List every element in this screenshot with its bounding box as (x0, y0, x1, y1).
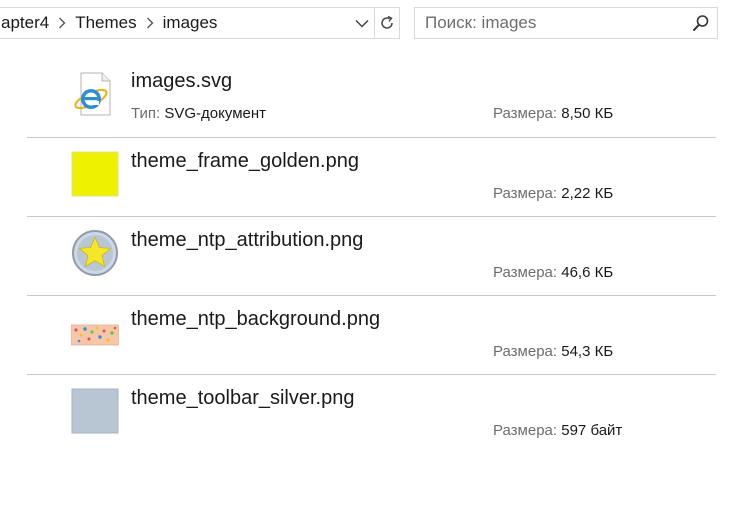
size-label: Размера: (493, 105, 558, 122)
type-label: Тип: (131, 105, 161, 122)
yellow-square-thumbnail (71, 150, 119, 198)
chevron-right-icon[interactable] (51, 17, 73, 29)
breadcrumb-item-images[interactable]: images (161, 13, 220, 33)
size-value: 46,6 КБ (561, 264, 614, 281)
file-size: Размера: 2,22 КБ (493, 185, 613, 202)
dotted-peach-thumbnail (70, 308, 120, 356)
size-label: Размера: (493, 343, 558, 360)
file-size: Размера: 8,50 КБ (493, 105, 613, 122)
search-input[interactable] (415, 9, 685, 37)
file-row[interactable]: theme_frame_golden.png Размера: 2,22 КБ (27, 137, 716, 216)
file-name: theme_toolbar_silver.png (131, 387, 355, 409)
file-type: Тип: SVG-документ (131, 105, 266, 122)
file-row[interactable]: theme_toolbar_silver.png Размера: 597 ба… (27, 374, 716, 453)
star-badge-thumbnail (71, 229, 119, 277)
ie-svg-document-icon (71, 70, 119, 118)
size-label: Размера: (493, 422, 558, 439)
file-name: theme_ntp_attribution.png (131, 229, 364, 251)
size-value: 597 байт (561, 422, 623, 439)
size-value: 54,3 КБ (561, 343, 614, 360)
type-value: SVG-документ (164, 105, 266, 122)
file-name: theme_ntp_background.png (131, 308, 381, 330)
size-value: 8,50 КБ (561, 105, 614, 122)
breadcrumb-item-chapter4[interactable]: apter4 (0, 13, 51, 33)
file-row[interactable]: images.svg Тип: SVG-документ Размера: 8,… (27, 58, 716, 137)
search-box (414, 7, 718, 39)
size-value: 2,22 КБ (561, 185, 614, 202)
chevron-right-icon[interactable] (139, 17, 161, 29)
file-size: Размера: 597 байт (493, 422, 622, 439)
file-row[interactable]: theme_ntp_attribution.png Размера: 46,6 … (27, 216, 716, 295)
search-icon[interactable] (685, 8, 717, 38)
refresh-icon[interactable] (374, 8, 399, 38)
file-name: images.svg (131, 70, 233, 92)
chevron-down-icon[interactable] (350, 8, 374, 38)
breadcrumb: apter4 Themes images (0, 8, 350, 38)
file-size: Размера: 46,6 КБ (493, 264, 613, 281)
breadcrumb-item-themes[interactable]: Themes (73, 13, 138, 33)
file-name: theme_frame_golden.png (131, 150, 359, 172)
gray-square-thumbnail (71, 387, 119, 435)
size-label: Размера: (493, 185, 558, 202)
address-bar[interactable]: apter4 Themes images (0, 7, 400, 39)
file-list: images.svg Тип: SVG-документ Размера: 8,… (27, 58, 716, 453)
toolbar: apter4 Themes images (0, 0, 729, 46)
file-size: Размера: 54,3 КБ (493, 343, 613, 360)
file-row[interactable]: theme_ntp_background.png Размера: 54,3 К… (27, 295, 716, 374)
size-label: Размера: (493, 264, 558, 281)
